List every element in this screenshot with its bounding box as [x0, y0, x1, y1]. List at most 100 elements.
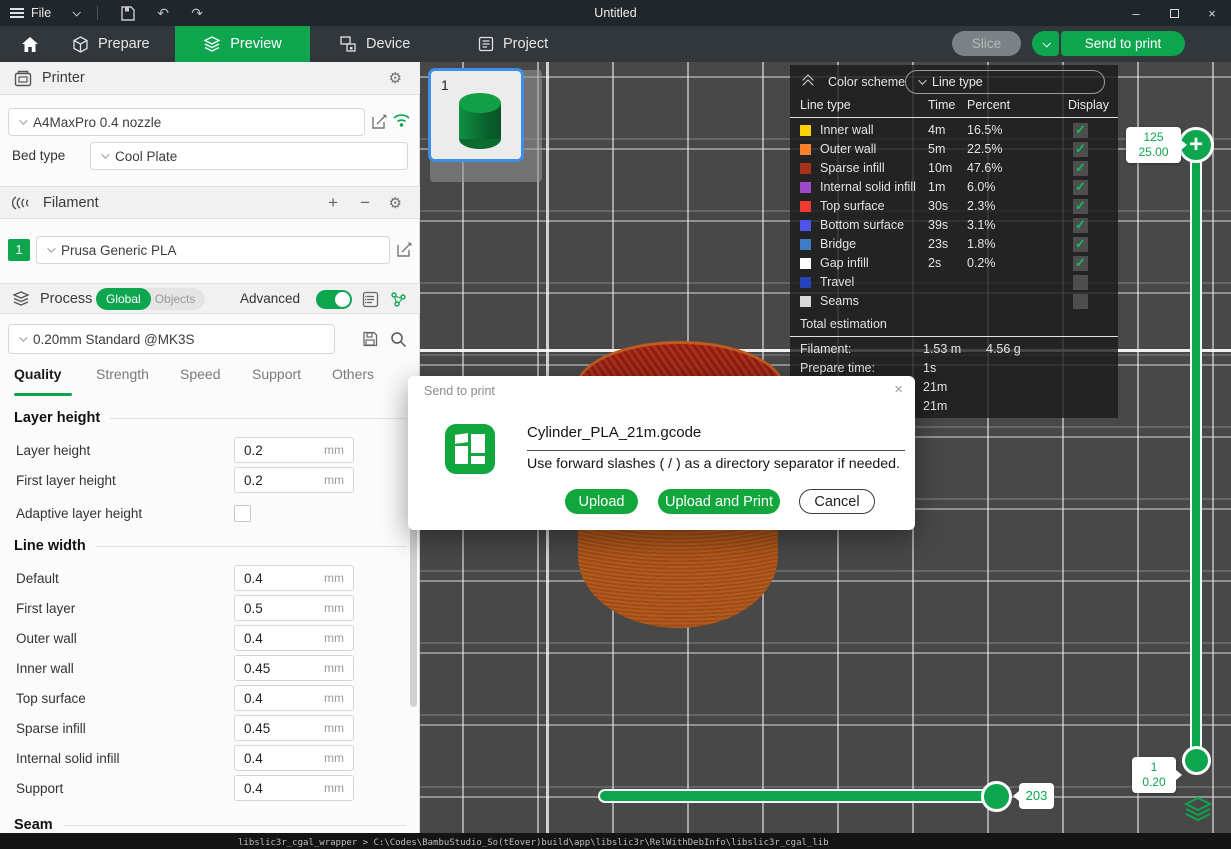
tab-others[interactable]: Others: [332, 366, 374, 382]
tab-strength[interactable]: Strength: [96, 366, 149, 382]
tab-project[interactable]: Project: [478, 26, 563, 62]
move-slider-handle[interactable]: [981, 781, 1012, 812]
file-menu[interactable]: File: [31, 6, 51, 20]
filament-slot-badge[interactable]: 1: [8, 239, 30, 261]
filament-settings-gear-icon[interactable]: ⚙: [389, 194, 402, 212]
scope-objects[interactable]: Objects: [151, 292, 206, 306]
printer-settings-gear-icon[interactable]: ⚙: [389, 69, 402, 87]
color-swatch: [800, 296, 811, 307]
display-checkbox[interactable]: ✓: [1073, 218, 1088, 233]
plate-number: 1: [441, 77, 449, 93]
legend-percent: 2.3%: [967, 199, 996, 213]
dialog-close-icon[interactable]: ×: [894, 381, 903, 398]
upload-button[interactable]: Upload: [565, 489, 638, 514]
line-width-support-input[interactable]: 0.4mm: [234, 775, 354, 801]
legend-label: Top surface: [820, 199, 885, 213]
redo-icon[interactable]: ↷: [188, 5, 206, 22]
line-width-sparse-infill-input[interactable]: 0.45mm: [234, 715, 354, 741]
scope-global[interactable]: Global: [96, 288, 151, 310]
first-layer-height-input[interactable]: 0.2mm: [234, 467, 354, 493]
add-filament-button[interactable]: +: [328, 193, 338, 213]
printer-preset-dropdown[interactable]: A4MaxPro 0.4 nozzle: [8, 108, 365, 136]
display-checkbox[interactable]: ✓: [1073, 123, 1088, 138]
line-width-first-layer-input[interactable]: 0.5mm: [234, 595, 354, 621]
filename-input[interactable]: Cylinder_PLA_21m.gcode: [527, 424, 905, 451]
chevron-down-icon: [19, 333, 27, 341]
tab-support[interactable]: Support: [252, 366, 301, 382]
minimize-button[interactable]: –: [1117, 6, 1155, 21]
close-button[interactable]: ×: [1193, 6, 1231, 21]
display-checkbox[interactable]: ✓: [1073, 180, 1088, 195]
color-scheme-label: Color scheme: [828, 75, 905, 89]
adaptive-layer-height-checkbox[interactable]: [234, 505, 251, 522]
display-checkbox[interactable]: [1073, 275, 1088, 290]
param-label: First layer height: [16, 473, 116, 488]
plate-thumbnail[interactable]: 1: [428, 68, 524, 162]
settings-sidebar: Printer ⚙ A4MaxPro 0.4 nozzle Bed type C…: [0, 62, 420, 833]
param-unit: mm: [324, 601, 344, 615]
edit-filament-icon[interactable]: [396, 241, 413, 258]
display-checkbox[interactable]: [1073, 294, 1088, 309]
slice-button[interactable]: Slice: [952, 31, 1021, 56]
layer-slider-track[interactable]: [1190, 145, 1202, 760]
chevron-down-icon[interactable]: [73, 8, 81, 16]
tab-speed[interactable]: Speed: [180, 366, 220, 382]
send-to-print-button[interactable]: Send to print: [1061, 31, 1185, 56]
legend-label: Gap infill: [820, 256, 869, 270]
edit-printer-icon[interactable]: [371, 113, 388, 130]
save-icon[interactable]: [120, 6, 138, 21]
line-width-outer-wall-input[interactable]: 0.4mm: [234, 625, 354, 651]
layers-indicator-icon[interactable]: [1183, 797, 1213, 823]
view-mode-dropdown[interactable]: Line type: [905, 70, 1105, 94]
collapse-icon[interactable]: [802, 76, 816, 88]
wifi-icon[interactable]: [392, 112, 411, 128]
line-width-default-input[interactable]: 0.4mm: [234, 565, 354, 591]
filament-section-header: Filament + − ⚙: [0, 186, 420, 219]
param-label: Top surface: [16, 691, 86, 706]
tab-prepare[interactable]: Prepare: [72, 26, 162, 62]
line-width-top-surface-input[interactable]: 0.4mm: [234, 685, 354, 711]
console-text: libslic3r_cgal_wrapper > C:\Codes\BambuS…: [238, 838, 829, 848]
line-width-internal-solid-input[interactable]: 0.4mm: [234, 745, 354, 771]
display-checkbox[interactable]: ✓: [1073, 142, 1088, 157]
save-preset-icon[interactable]: [362, 331, 378, 347]
active-tab-underline: [14, 393, 72, 396]
display-checkbox[interactable]: ✓: [1073, 161, 1088, 176]
search-icon[interactable]: [390, 331, 407, 348]
legend-label: Inner wall: [820, 123, 874, 137]
stat-value: 21m: [923, 399, 947, 413]
menu-icon[interactable]: [10, 8, 24, 18]
chevron-down-icon: [19, 116, 27, 124]
parameter-list-icon[interactable]: [362, 291, 379, 308]
layer-slider-bottom-handle[interactable]: [1182, 746, 1211, 775]
total-estimation-label: Total estimation: [800, 317, 887, 331]
layers-icon: [203, 36, 221, 52]
display-checkbox[interactable]: ✓: [1073, 199, 1088, 214]
stat-value: 1.53 m: [923, 342, 961, 356]
tab-preview[interactable]: Preview: [175, 26, 310, 62]
send-options-button[interactable]: [1032, 31, 1059, 56]
device-icon: [340, 36, 357, 52]
layer-height-input[interactable]: 0.2mm: [234, 437, 354, 463]
filament-preset-dropdown[interactable]: Prusa Generic PLA: [36, 236, 390, 264]
advanced-toggle[interactable]: [316, 290, 352, 309]
tab-quality[interactable]: Quality: [14, 366, 61, 382]
move-slider-track[interactable]: [598, 789, 1005, 803]
tab-device[interactable]: Device: [340, 26, 425, 62]
tune-icon[interactable]: [390, 291, 407, 308]
legend-label: Travel: [820, 275, 854, 289]
section-layer-height: Layer height: [14, 410, 406, 426]
display-checkbox[interactable]: ✓: [1073, 256, 1088, 271]
legend-label: Sparse infill: [820, 161, 885, 175]
cancel-button[interactable]: Cancel: [799, 489, 875, 514]
bed-type-dropdown[interactable]: Cool Plate: [90, 142, 408, 170]
remove-filament-button[interactable]: −: [360, 193, 370, 213]
line-width-inner-wall-input[interactable]: 0.45mm: [234, 655, 354, 681]
display-checkbox[interactable]: ✓: [1073, 237, 1088, 252]
upload-and-print-button[interactable]: Upload and Print: [658, 489, 780, 514]
maximize-button[interactable]: [1155, 6, 1193, 21]
tab-home[interactable]: [12, 26, 48, 62]
process-preset-dropdown[interactable]: 0.20mm Standard @MK3S: [8, 324, 335, 354]
process-scope-toggle[interactable]: Global Objects: [96, 288, 205, 310]
undo-icon[interactable]: ↶: [154, 5, 172, 22]
